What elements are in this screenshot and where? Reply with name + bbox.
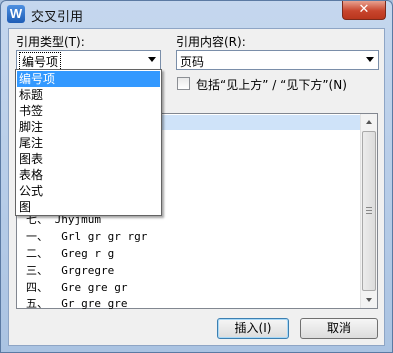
list-item[interactable]: 一、 Grl gr gr rgr: [26, 228, 147, 244]
dropdown-item-chart[interactable]: 图表: [17, 151, 160, 167]
chevron-down-icon: [366, 57, 374, 62]
dropdown-item-equation[interactable]: 公式: [17, 183, 160, 199]
ref-content-value: 页码: [180, 55, 205, 69]
ref-type-dropdown-list[interactable]: 编号项 标题 书签 脚注 尾注 图表 表格 公式 图: [15, 69, 162, 216]
include-above-below-checkbox[interactable]: [177, 77, 190, 90]
list-item[interactable]: 五、 Gr gre gre: [26, 295, 127, 311]
ref-type-select[interactable]: 编号项: [16, 50, 161, 71]
list-item[interactable]: 四、 Gre gre gr: [26, 279, 127, 295]
ref-type-value: 编号项: [18, 52, 62, 71]
cross-reference-dialog: W 交叉引用 ✕ 引用类型(T): 编号项 引用内容(R): 页码 包括“见上方…: [0, 0, 393, 353]
dropdown-item-table[interactable]: 表格: [17, 167, 160, 183]
chevron-down-icon: [148, 57, 156, 62]
close-button[interactable]: ✕: [342, 1, 386, 20]
window-title: 交叉引用: [31, 10, 84, 25]
insert-button[interactable]: 插入(I): [217, 318, 289, 339]
ref-type-label: 引用类型(T):: [16, 35, 85, 49]
list-item[interactable]: 三、 Grgregre: [26, 262, 114, 278]
wps-writer-icon: W: [7, 5, 25, 23]
dropdown-item-numbered[interactable]: 编号项: [17, 71, 160, 87]
dropdown-item-endnote[interactable]: 尾注: [17, 135, 160, 151]
title-bar[interactable]: W 交叉引用 ✕: [1, 1, 392, 27]
scrollbar-thumb[interactable]: [362, 131, 376, 291]
dropdown-item-heading[interactable]: 标题: [17, 87, 160, 103]
dropdown-item-figure[interactable]: 图: [17, 199, 160, 215]
grip-icon: [366, 207, 372, 214]
ref-content-label: 引用内容(R):: [176, 35, 246, 49]
dialog-body: 引用类型(T): 编号项 引用内容(R): 页码 包括“见上方” / “见下方”…: [8, 28, 385, 346]
scroll-down-arrow-icon[interactable]: [361, 292, 377, 308]
list-scrollbar[interactable]: [360, 114, 377, 308]
include-above-below-label: 包括“见上方” / “见下方”(N): [196, 78, 347, 92]
ref-content-select[interactable]: 页码: [176, 50, 379, 70]
dropdown-item-footnote[interactable]: 脚注: [17, 119, 160, 135]
cancel-button[interactable]: 取消: [300, 318, 378, 339]
scroll-up-arrow-icon[interactable]: [361, 114, 377, 130]
dropdown-item-bookmark[interactable]: 书签: [17, 103, 160, 119]
list-item[interactable]: 二、 Greg r g: [26, 245, 114, 261]
